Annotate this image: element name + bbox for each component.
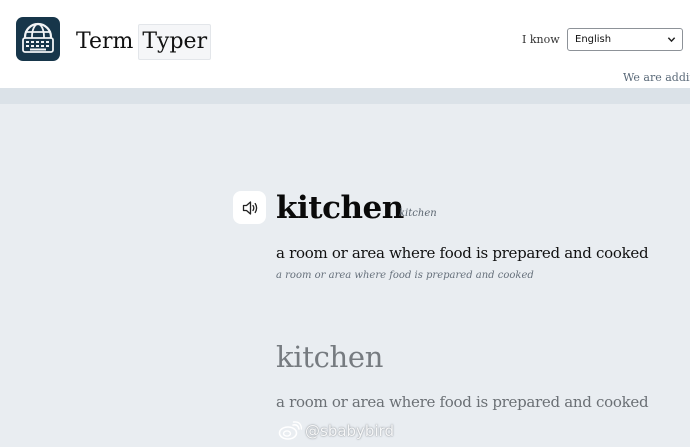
speaker-icon <box>242 200 257 215</box>
language-select-value: English <box>575 34 612 45</box>
i-know-label[interactable]: I know <box>522 33 560 46</box>
language-select[interactable]: English <box>567 28 683 51</box>
entry-word: kitchen <box>276 190 404 226</box>
brand-typer: Typer <box>138 24 212 60</box>
header-divider <box>0 88 690 104</box>
watermark: @sbabybird <box>278 419 394 443</box>
notice-text: We are adding <box>623 71 690 84</box>
typing-word-prompt[interactable]: kitchen <box>276 340 383 374</box>
watermark-text: @sbabybird <box>305 422 395 440</box>
weibo-icon <box>278 421 302 440</box>
brand-term: Term <box>76 29 134 54</box>
typing-definition-prompt[interactable]: a room or area where food is prepared an… <box>276 393 649 411</box>
top-header: Term Typer I know English We are adding <box>0 0 690 88</box>
brand-title[interactable]: Term Typer <box>76 24 212 60</box>
keyboard-globe-icon[interactable] <box>16 17 60 61</box>
entry-definition-sub: a room or area where food is prepared an… <box>276 270 534 281</box>
play-sound-button[interactable] <box>233 191 266 224</box>
entry-definition: a room or area where food is prepared an… <box>276 244 649 262</box>
entry-phonetic: kitchen <box>399 208 437 219</box>
chevron-down-icon <box>667 37 676 43</box>
